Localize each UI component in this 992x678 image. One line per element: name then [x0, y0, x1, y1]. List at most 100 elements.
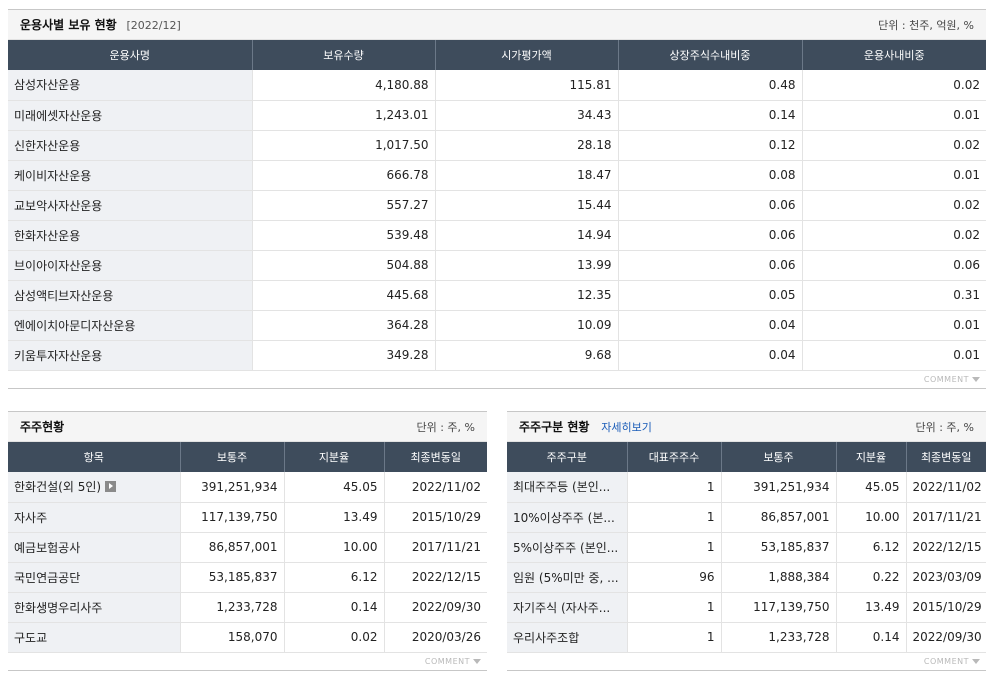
- value-cell: 45.05: [835, 472, 906, 503]
- table-row: 국민연금공단 53,185,837 6.12 2022/12/15: [8, 562, 487, 593]
- col-header: 보통주: [179, 442, 284, 472]
- table-row: 삼성액티브자산운용 445.68 12.35 0.05 0.31: [8, 280, 986, 311]
- chevron-down-icon: [972, 376, 980, 382]
- col-header: 지분율: [283, 442, 384, 472]
- table-row: 예금보험공사 86,857,001 10.00 2017/11/21: [8, 532, 487, 563]
- col-header: 지분율: [835, 442, 906, 472]
- value-cell: 10.09: [434, 310, 618, 341]
- value-cell: 0.06: [617, 220, 802, 251]
- value-cell: 391,251,934: [720, 472, 836, 503]
- table-row: 5%이상주주 (본인... 1 53,185,837 6.12 2022/12/15: [507, 532, 986, 563]
- shareholder-types-panel: 주주구분 현황 자세히보기 단위 : 주, % 주주구분 대표주주수 보통주 지…: [507, 411, 986, 671]
- row-label-cell[interactable]: 임원 (5%미만 중, ...: [507, 562, 627, 593]
- row-label-cell: 교보악사자산운용: [8, 190, 252, 221]
- value-cell: 15.44: [434, 190, 618, 221]
- value-cell: 14.94: [434, 220, 618, 251]
- value-cell: 6.12: [835, 532, 906, 563]
- value-cell: 28.18: [434, 130, 618, 161]
- fund-holdings-panel: 운용사별 보유 현황 [2022/12] 단위 : 천주, 억원, % 운용사명…: [8, 9, 986, 389]
- value-cell: 13.49: [835, 592, 906, 623]
- value-cell: 1: [626, 502, 721, 533]
- comment-toggle[interactable]: COMMENT: [507, 653, 986, 671]
- value-cell: 0.02: [801, 190, 986, 221]
- value-cell: 53,185,837: [720, 532, 836, 563]
- value-cell: 1,017.50: [251, 130, 435, 161]
- value-cell: 666.78: [251, 160, 435, 191]
- chevron-down-icon: [473, 658, 481, 664]
- row-label-cell[interactable]: 자기주식 (자사주...: [507, 592, 627, 623]
- shareholder-types-header-row: 주주구분 대표주주수 보통주 지분율 최종변동일: [507, 442, 986, 472]
- value-cell: 96: [626, 562, 721, 593]
- row-label-cell: 국민연금공단: [8, 562, 180, 593]
- value-cell: 0.08: [617, 160, 802, 191]
- table-row: 한화생명우리사주 1,233,728 0.14 2022/09/30: [8, 592, 487, 623]
- row-label-cell: 한화자산운용: [8, 220, 252, 251]
- row-label-cell: 케이비자산운용: [8, 160, 252, 191]
- col-header: 항목: [8, 442, 180, 472]
- row-label-cell: 예금보험공사: [8, 532, 180, 563]
- detail-link[interactable]: 자세히보기: [601, 421, 652, 434]
- table-row: 브이아이자산운용 504.88 13.99 0.06 0.06: [8, 250, 986, 281]
- value-cell: 0.02: [801, 70, 986, 101]
- shareholder-types-table: 주주구분 대표주주수 보통주 지분율 최종변동일 최대주주등 (본인... 1 39…: [507, 442, 986, 653]
- row-label-cell: 삼성자산운용: [8, 70, 252, 101]
- value-cell: 0.06: [801, 250, 986, 281]
- value-cell: 2015/10/29: [905, 592, 986, 623]
- value-cell: 0.02: [801, 130, 986, 161]
- shareholders-panel: 주주현황 단위 : 주, % 항목 보통주 지분율 최종변동일 한화건설(외 5…: [8, 411, 487, 671]
- row-label-cell[interactable]: 최대주주등 (본인...: [507, 472, 627, 503]
- value-cell: 86,857,001: [720, 502, 836, 533]
- col-header: 시가평가액: [434, 40, 618, 70]
- value-cell: 0.01: [801, 340, 986, 371]
- value-cell: 2022/11/02: [383, 472, 487, 503]
- value-cell: 391,251,934: [179, 472, 284, 503]
- row-label-cell[interactable]: 5%이상주주 (본인...: [507, 532, 627, 563]
- shareholders-title: 주주현황: [20, 420, 65, 434]
- value-cell: 86,857,001: [179, 532, 284, 563]
- value-cell: 2022/09/30: [383, 592, 487, 623]
- comment-toggle[interactable]: COMMENT: [8, 653, 487, 671]
- value-cell: 53,185,837: [179, 562, 284, 593]
- fund-holdings-table: 운용사명 보유수량 시가평가액 상장주식수내비중 운용사내비중 삼성자산운용 4,…: [8, 40, 986, 371]
- value-cell: 0.12: [617, 130, 802, 161]
- value-cell: 4,180.88: [251, 70, 435, 101]
- value-cell: 1,233,728: [179, 592, 284, 623]
- fund-holdings-header: 운용사별 보유 현황 [2022/12] 단위 : 천주, 억원, %: [8, 9, 986, 40]
- shareholder-types-title: 주주구분 현황: [519, 420, 590, 434]
- shareholder-types-header: 주주구분 현황 자세히보기 단위 : 주, %: [507, 411, 986, 442]
- value-cell: 1,233,728: [720, 622, 836, 653]
- table-row: 키움투자자산운용 349.28 9.68 0.04 0.01: [8, 340, 986, 371]
- col-header: 보통주: [720, 442, 836, 472]
- table-row: 한화건설(외 5인) 391,251,934 45.05 2022/11/02: [8, 472, 487, 503]
- table-row: 임원 (5%미만 중, ... 96 1,888,384 0.22 2023/03/09: [507, 562, 986, 593]
- value-cell: 2015/10/29: [383, 502, 487, 533]
- fund-holdings-date: [2022/12]: [126, 19, 181, 32]
- table-row: 자기주식 (자사주... 1 117,139,750 13.49 2015/10/29: [507, 592, 986, 623]
- shareholders-header-row: 항목 보통주 지분율 최종변동일: [8, 442, 487, 472]
- row-label-cell[interactable]: 우리사주조합: [507, 622, 627, 653]
- row-label-cell[interactable]: 10%이상주주 (본...: [507, 502, 627, 533]
- row-label-cell: 삼성액티브자산운용: [8, 280, 252, 311]
- chevron-down-icon: [972, 658, 980, 664]
- value-cell: 504.88: [251, 250, 435, 281]
- table-row: 자사주 117,139,750 13.49 2015/10/29: [8, 502, 487, 533]
- value-cell: 10.00: [835, 502, 906, 533]
- value-cell: 1: [626, 472, 721, 503]
- shareholders-header: 주주현황 단위 : 주, %: [8, 411, 487, 442]
- expand-arrow-icon[interactable]: [105, 481, 117, 493]
- shareholder-types-unit: 단위 : 주, %: [915, 420, 974, 434]
- table-row: 미래에셋자산운용 1,243.01 34.43 0.14 0.01: [8, 100, 986, 131]
- comment-toggle[interactable]: COMMENT: [8, 371, 986, 389]
- value-cell: 2017/11/21: [383, 532, 487, 563]
- value-cell: 539.48: [251, 220, 435, 251]
- value-cell: 0.02: [801, 220, 986, 251]
- value-cell: 2022/12/15: [905, 532, 986, 563]
- value-cell: 0.04: [617, 310, 802, 341]
- value-cell: 1: [626, 592, 721, 623]
- value-cell: 0.01: [801, 160, 986, 191]
- value-cell: 557.27: [251, 190, 435, 221]
- value-cell: 0.14: [617, 100, 802, 131]
- value-cell: 1: [626, 532, 721, 563]
- value-cell: 1: [626, 622, 721, 653]
- value-cell: 10.00: [283, 532, 384, 563]
